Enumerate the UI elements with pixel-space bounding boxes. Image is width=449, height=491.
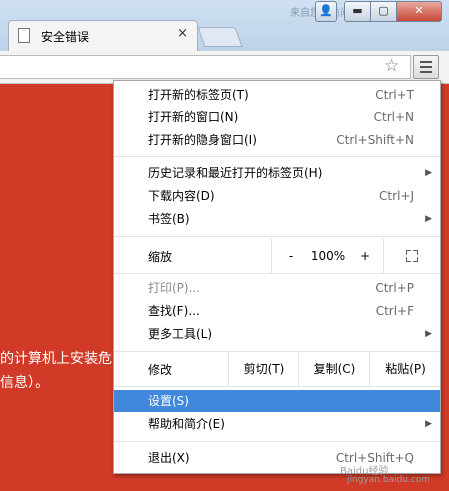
copy-button[interactable]: 复制(C)	[298, 352, 370, 386]
menu-bar-icon	[420, 71, 432, 73]
submenu-arrow-icon: ▶	[425, 419, 432, 429]
menu-item-help[interactable]: 帮助和简介(E) ▶	[114, 413, 440, 435]
new-tab-button[interactable]	[197, 27, 243, 47]
menu-item-label: 打开新的隐身窗口(I)	[148, 133, 257, 147]
maximize-button[interactable]: ▢	[370, 1, 397, 22]
watermark-url: jingyan.baidu.com	[347, 475, 431, 485]
menu-item-shortcut: Ctrl+N	[373, 110, 414, 124]
menu-item-label: 打印(P)...	[148, 281, 201, 295]
chrome-menu: 打开新的标签页(T) Ctrl+T 打开新的窗口(N) Ctrl+N 打开新的隐…	[113, 80, 441, 474]
menu-item-new-window[interactable]: 打开新的窗口(N) Ctrl+N	[114, 106, 440, 128]
menu-item-label: 帮助和简介(E)	[148, 417, 225, 431]
tab-title: 安全错误	[41, 30, 90, 44]
menu-item-label: 打开新的窗口(N)	[148, 110, 239, 124]
profile-button[interactable]: 👤	[315, 1, 337, 22]
menu-item-label: 下载内容(D)	[148, 189, 215, 203]
menu-divider	[114, 441, 440, 442]
submenu-arrow-icon: ▶	[425, 168, 432, 178]
menu-item-label: 退出(X)	[148, 451, 190, 465]
zoom-in-button[interactable]: +	[347, 239, 383, 273]
bookmark-star-icon[interactable]: ☆	[384, 56, 399, 76]
menu-bar-icon	[420, 66, 432, 68]
edit-row: 修改 剪切(T) 复制(C) 粘贴(P)	[114, 352, 440, 386]
menu-item-shortcut: Ctrl+T	[375, 88, 414, 102]
close-window-button[interactable]: ✕	[396, 1, 442, 22]
menu-item-bookmarks[interactable]: 书签(B) ▶	[114, 208, 440, 230]
menu-item-shortcut: Ctrl+Shift+N	[336, 133, 414, 147]
menu-item-settings[interactable]: 设置(S)	[114, 390, 440, 412]
menu-item-downloads[interactable]: 下载内容(D) Ctrl+J	[114, 185, 440, 207]
menu-divider	[114, 156, 440, 157]
zoom-row: 缩放 - 100% +	[114, 239, 440, 273]
zoom-label: 缩放	[148, 250, 173, 264]
menu-item-label: 书签(B)	[148, 212, 190, 226]
chrome-menu-button[interactable]	[413, 55, 439, 79]
menu-item-shortcut: Ctrl+P	[375, 281, 414, 295]
menu-divider	[114, 386, 440, 387]
menu-item-find[interactable]: 查找(F)... Ctrl+F	[114, 300, 440, 322]
document-icon	[18, 28, 30, 43]
menu-item-shortcut: Ctrl+F	[375, 304, 414, 318]
menu-divider	[114, 273, 440, 274]
menu-divider	[114, 236, 440, 237]
page-text-line-2: 信息）。	[0, 375, 49, 391]
tab-close-icon[interactable]: ×	[177, 26, 188, 41]
menu-item-new-incognito[interactable]: 打开新的隐身窗口(I) Ctrl+Shift+N	[114, 129, 440, 151]
minimize-button[interactable]: ▬	[344, 1, 371, 22]
submenu-arrow-icon: ▶	[425, 329, 432, 339]
cut-button[interactable]: 剪切(T)	[228, 352, 299, 386]
menu-item-label: 打开新的标签页(T)	[148, 88, 249, 102]
menu-item-new-tab[interactable]: 打开新的标签页(T) Ctrl+T	[114, 84, 440, 106]
menu-item-label: 查找(F)...	[148, 304, 200, 318]
address-bar[interactable]	[0, 55, 411, 79]
menu-bar-icon	[420, 61, 432, 63]
menu-item-shortcut: Ctrl+J	[379, 189, 414, 203]
zoom-level: 100%	[310, 249, 346, 263]
menu-item-exit[interactable]: 退出(X) Ctrl+Shift+Q	[114, 447, 440, 469]
menu-item-print[interactable]: 打印(P)... Ctrl+P	[114, 277, 440, 299]
tab-active[interactable]: 安全错误 ×	[8, 20, 198, 51]
menu-item-more-tools[interactable]: 更多工具(L) ▶	[114, 323, 440, 345]
paste-button[interactable]: 粘贴(P)	[369, 352, 441, 386]
menu-item-history[interactable]: 历史记录和最近打开的标签页(H) ▶	[114, 162, 440, 184]
edit-label: 修改	[148, 363, 173, 377]
zoom-out-button[interactable]: -	[271, 239, 310, 273]
menu-item-label: 设置(S)	[148, 394, 189, 408]
fullscreen-button[interactable]	[383, 239, 441, 273]
title-bar: 来自您所访问的网站 ... 服务器 👤 ▬ ▢ ✕ 安全错误 ×	[0, 0, 449, 52]
page-text-line-1: 的计算机上安装危	[0, 351, 112, 367]
submenu-arrow-icon: ▶	[425, 214, 432, 224]
fullscreen-icon	[406, 250, 418, 262]
menu-item-label: 更多工具(L)	[148, 327, 213, 341]
menu-item-label: 历史记录和最近打开的标签页(H)	[148, 166, 323, 180]
